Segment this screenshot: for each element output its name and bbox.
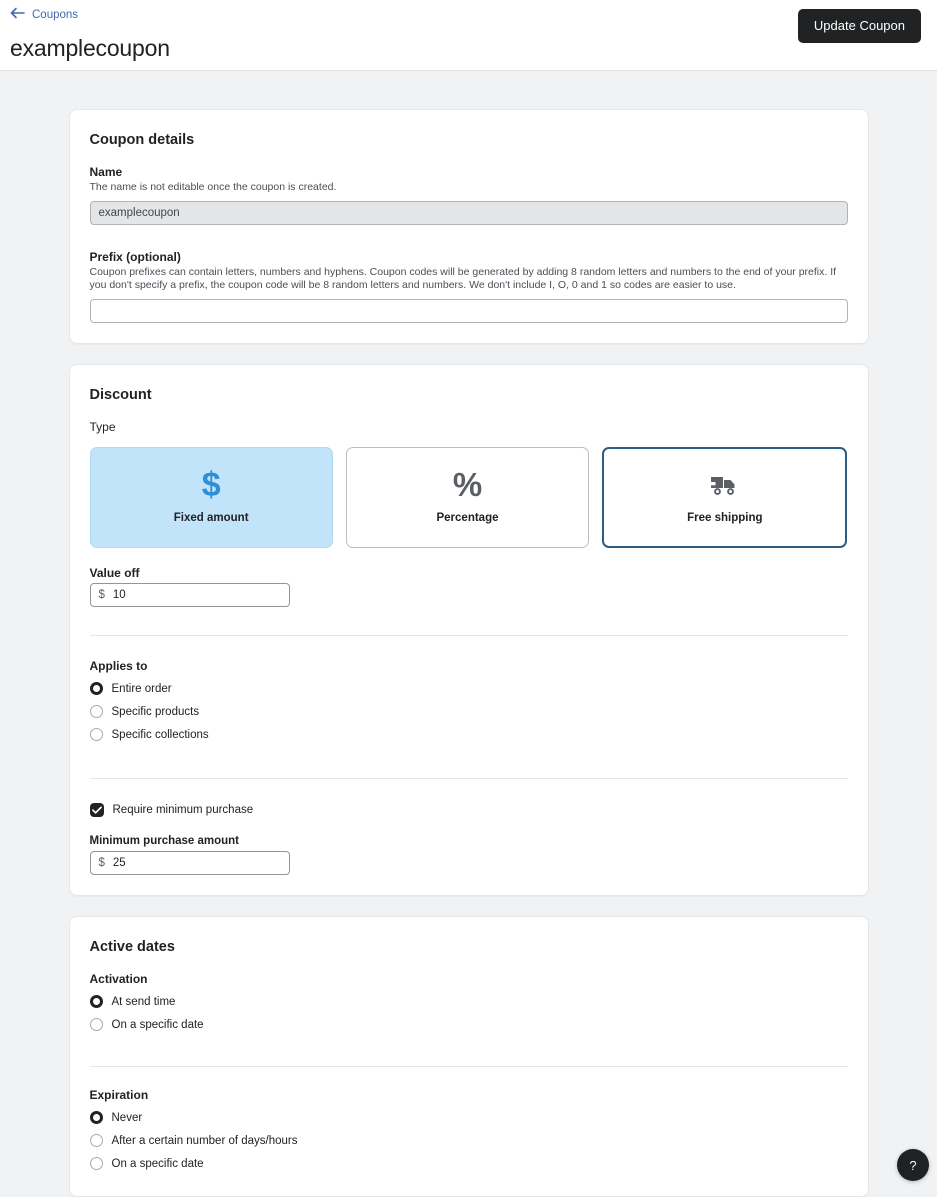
radio-icon[interactable] [89, 1134, 103, 1147]
value-off-field[interactable]: $ [89, 582, 290, 607]
discount-divider-1 [89, 634, 848, 636]
truck-icon [708, 468, 742, 502]
discount-type-percentage-label: Percentage [436, 512, 499, 524]
question-mark-icon: ? [909, 1157, 917, 1173]
discount-type-fixed-amount[interactable]: $ Fixed amount [89, 446, 333, 548]
coupon-details-card: Coupon details Name The name is not edit… [68, 109, 869, 344]
expiration-group: Expiration Never After a certain number … [89, 1087, 848, 1175]
applies-to-specific-products-label: Specific products [111, 705, 200, 718]
name-label: Name [89, 165, 123, 179]
back-link-label: Coupons [32, 9, 79, 21]
applies-to-entire-order[interactable]: Entire order [89, 678, 848, 700]
expiration-radio-group: Never After a certain number of days/hou… [89, 1107, 848, 1175]
discount-type-options: $ Fixed amount % Percentage Free shippin… [89, 446, 848, 548]
discount-title: Discount [89, 386, 152, 403]
radio-icon[interactable] [89, 1018, 103, 1031]
expiration-never[interactable]: Never [89, 1107, 848, 1129]
coupon-details-title: Coupon details [89, 132, 195, 148]
radio-icon[interactable] [89, 1157, 103, 1170]
coupon-name-input [89, 200, 848, 225]
active-dates-title: Active dates [89, 938, 175, 955]
radio-icon[interactable] [89, 1111, 103, 1124]
discount-type-fixed-amount-label: Fixed amount [173, 512, 249, 524]
activation-at-send-time[interactable]: At send time [89, 991, 848, 1013]
page-body: Coupon details Name The name is not edit… [0, 71, 937, 1197]
expiration-on-specific-date[interactable]: On a specific date [89, 1153, 848, 1175]
minimum-purchase-amount-label: Minimum purchase amount [89, 834, 240, 847]
percent-icon: % [452, 466, 483, 503]
value-off-currency-symbol: $ [98, 588, 105, 601]
discount-type-label: Type [89, 419, 116, 434]
minimum-purchase-currency-symbol: $ [98, 856, 105, 869]
arrow-left-icon [10, 6, 25, 24]
minimum-purchase-amount-field[interactable]: $ [89, 850, 290, 875]
activation-label: Activation [89, 971, 148, 986]
discount-type-free-shipping[interactable]: Free shipping [602, 446, 848, 548]
require-minimum-purchase-toggle[interactable]: Require minimum purchase [89, 799, 848, 821]
name-field-group: Name The name is not editable once the c… [89, 164, 848, 225]
radio-icon[interactable] [89, 705, 103, 718]
coupon-prefix-input[interactable] [89, 298, 848, 323]
back-to-coupons-link[interactable]: Coupons [10, 5, 78, 24]
activation-on-specific-date-label: On a specific date [111, 1018, 204, 1031]
discount-card: Discount Type $ Fixed amount % Percentag… [68, 363, 869, 896]
minimum-purchase-amount-input[interactable] [112, 856, 281, 869]
applies-to-label: Applies to [89, 658, 148, 673]
discount-type-free-shipping-label: Free shipping [687, 512, 763, 524]
expiration-after-days-hours[interactable]: After a certain number of days/hours [89, 1130, 848, 1152]
prefix-label: Prefix (optional) [89, 249, 181, 264]
expiration-on-specific-date-label: On a specific date [111, 1157, 204, 1170]
dollar-sign-icon: $ [201, 466, 221, 504]
expiration-after-days-hours-label: After a certain number of days/hours [111, 1134, 298, 1147]
value-off-label: Value off [89, 565, 140, 580]
radio-icon[interactable] [89, 728, 103, 741]
value-off-group: Value off $ [89, 565, 848, 607]
prefix-field-group: Prefix (optional) Coupon prefixes can co… [89, 249, 848, 323]
activation-radio-group: At send time On a specific date [89, 991, 848, 1036]
applies-to-entire-order-label: Entire order [111, 682, 172, 695]
page-header: Coupons examplecoupon Update Coupon [0, 0, 937, 71]
help-button[interactable]: ? [897, 1149, 929, 1181]
value-off-input[interactable] [112, 588, 281, 601]
checkbox-checked-icon[interactable] [89, 802, 104, 817]
applies-to-group: Applies to Entire order Specific product… [89, 658, 848, 746]
radio-icon[interactable] [89, 682, 103, 695]
applies-to-specific-products[interactable]: Specific products [89, 701, 848, 723]
activation-on-specific-date[interactable]: On a specific date [89, 1014, 848, 1036]
discount-type-percentage[interactable]: % Percentage [345, 446, 590, 548]
activation-at-send-time-label: At send time [111, 995, 176, 1008]
active-dates-divider [89, 1065, 848, 1067]
applies-to-radio-group: Entire order Specific products Specific … [89, 678, 848, 746]
update-coupon-button[interactable]: Update Coupon [797, 9, 921, 43]
active-dates-card: Active dates Activation At send time On … [68, 915, 869, 1197]
prefix-help-text: Coupon prefixes can contain letters, num… [89, 265, 837, 292]
applies-to-specific-collections[interactable]: Specific collections [89, 724, 848, 746]
require-minimum-purchase-label: Require minimum purchase [112, 803, 254, 816]
expiration-never-label: Never [111, 1111, 143, 1124]
applies-to-specific-collections-label: Specific collections [111, 728, 209, 741]
activation-group: Activation At send time On a specific da… [89, 971, 848, 1036]
page-title: examplecoupon [10, 35, 170, 61]
name-help-text: The name is not editable once the coupon… [89, 181, 337, 193]
radio-icon[interactable] [89, 995, 103, 1008]
discount-divider-2 [89, 777, 848, 779]
expiration-label: Expiration [89, 1087, 149, 1102]
